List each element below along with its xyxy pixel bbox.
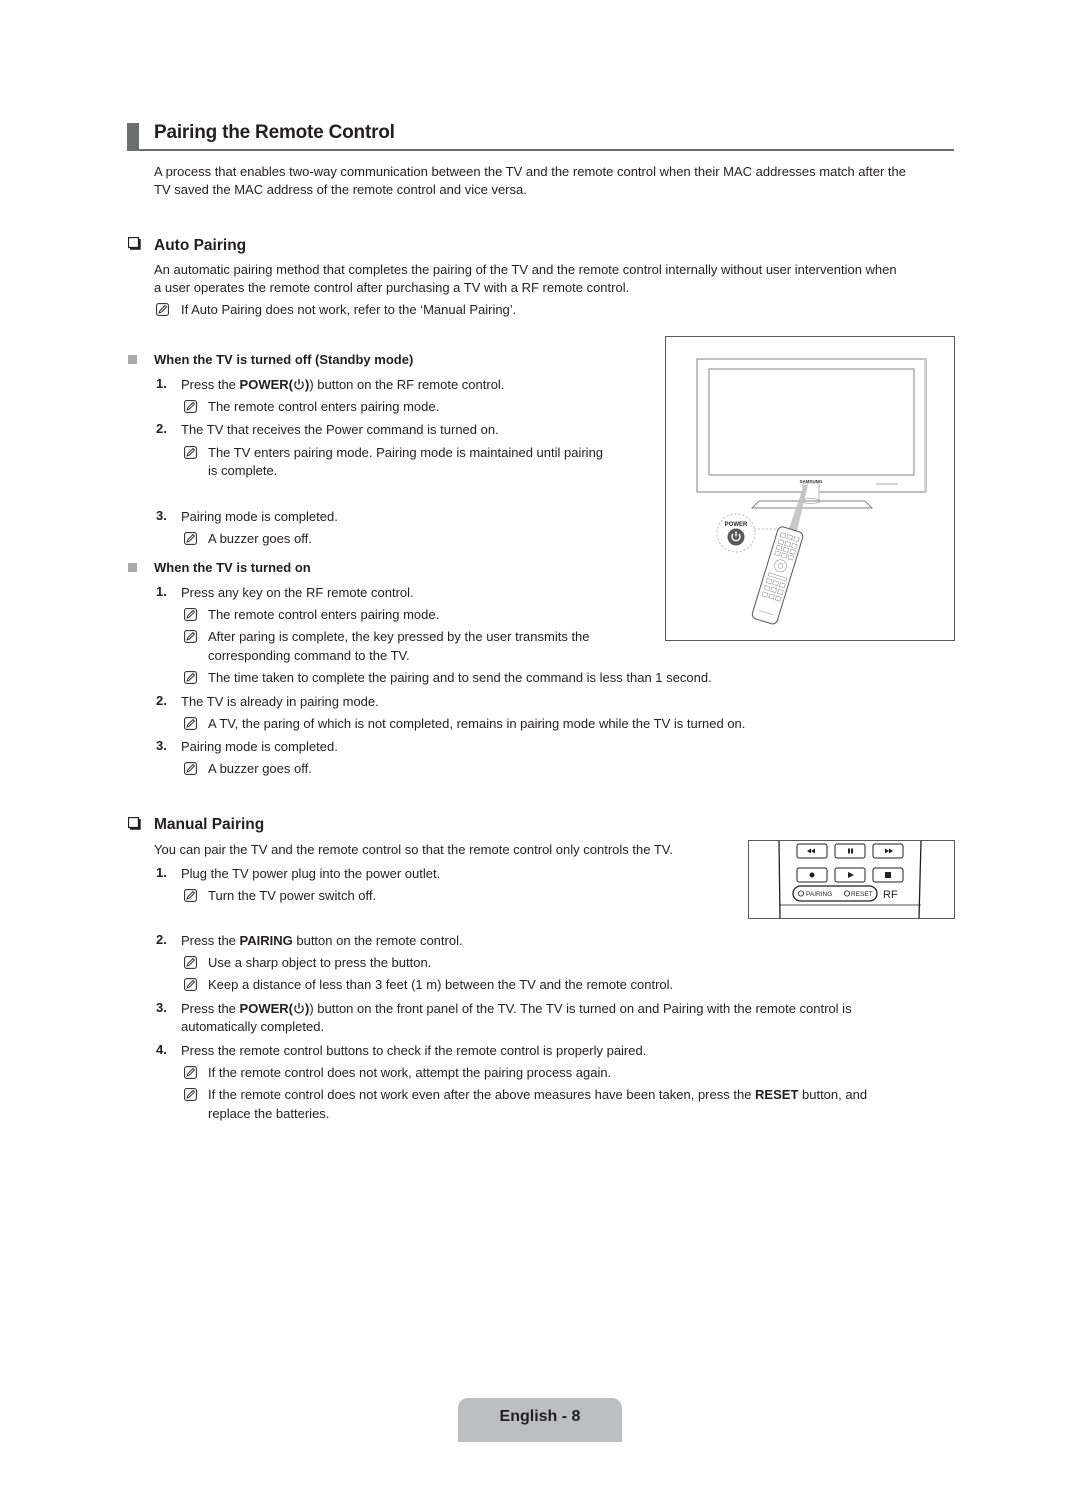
- step-text-end: button on the remote control.: [292, 933, 463, 948]
- power-callout-label: POWER: [725, 522, 748, 528]
- remote-closeup-illustration: PAIRING RESET RF: [778, 840, 952, 919]
- record-icon: [809, 872, 815, 878]
- title-rule: [127, 149, 954, 151]
- note-pencil-icon: [184, 400, 197, 413]
- turned-on-step-1: Press any key on the RF remote control.: [181, 585, 414, 600]
- turned-on-note-1a: The remote control enters pairing mode.: [208, 607, 440, 622]
- reset-label: RESET: [755, 1087, 799, 1102]
- note-text-end: button, and: [798, 1087, 868, 1102]
- manual-step-1: Plug the TV power plug into the power ou…: [181, 866, 441, 881]
- power-icon: [293, 378, 305, 396]
- stop-icon: [885, 872, 891, 878]
- standby-step-3: Pairing mode is completed.: [181, 509, 338, 524]
- auto-pairing-desc-2: a user operates the remote control after…: [154, 280, 630, 295]
- note-pencil-icon: [184, 1088, 197, 1101]
- auto-pairing-heading: Auto Pairing: [154, 237, 247, 254]
- manual-note-4a: If the remote control does not work, att…: [208, 1065, 612, 1080]
- turned-on-note-3: A buzzer goes off.: [208, 761, 312, 776]
- auto-pairing-desc-1: An automatic pairing method that complet…: [154, 262, 897, 277]
- step-number: 1.: [156, 865, 167, 880]
- step-number: 3.: [156, 738, 167, 753]
- standby-heading: When the TV is turned off (Standby mode): [154, 352, 414, 367]
- standby-step-1: Press the POWER()) button on the RF remo…: [181, 376, 504, 396]
- intro-line-2: TV saved the MAC address of the remote c…: [154, 182, 527, 197]
- turned-on-note-1c: The time taken to complete the pairing a…: [208, 670, 712, 685]
- auto-pairing-note: If Auto Pairing does not work, refer to …: [181, 302, 517, 317]
- tv-remote-figure: SAMSUNG POWER: [665, 336, 955, 641]
- manual-pairing-heading: Manual Pairing: [154, 816, 265, 833]
- standby-step-2: The TV that receives the Power command i…: [181, 422, 499, 437]
- turned-on-heading: When the TV is turned on: [154, 560, 311, 575]
- note-pencil-icon: [184, 671, 197, 684]
- turned-on-note-2: A TV, the paring of which is not complet…: [208, 716, 746, 731]
- step-text: Press the: [181, 377, 240, 392]
- manual-note-4b-cont: replace the batteries.: [208, 1106, 330, 1121]
- reset-button-label: RESET: [851, 891, 873, 898]
- manual-pairing-desc: You can pair the TV and the remote contr…: [154, 842, 673, 857]
- intro-line-1: A process that enables two-way communica…: [154, 164, 906, 179]
- step-number: 1.: [156, 584, 167, 599]
- note-pencil-icon: [184, 1066, 197, 1079]
- step-number: 2.: [156, 693, 167, 708]
- note-pencil-icon: [184, 762, 197, 775]
- subsection-bullet-icon: [128, 563, 137, 572]
- step-text: Press the: [181, 933, 240, 948]
- note-pencil-icon: [184, 956, 197, 969]
- remote-buttons-figure: PAIRING RESET RF: [748, 840, 955, 919]
- pairing-label: PAIRING: [239, 933, 293, 948]
- turned-on-step-2: The TV is already in pairing mode.: [181, 694, 379, 709]
- step-number: 3.: [156, 1000, 167, 1015]
- step-text-end: ) button on the front panel of the TV. T…: [309, 1001, 852, 1016]
- tv-illustration: SAMSUNG POWER: [696, 358, 927, 625]
- manual-note-2a: Use a sharp object to press the button.: [208, 955, 432, 970]
- note-pencil-icon: [184, 532, 197, 545]
- step-number: 2.: [156, 932, 167, 947]
- turned-on-step-3: Pairing mode is completed.: [181, 739, 338, 754]
- manual-note-2b: Keep a distance of less than 3 feet (1 m…: [208, 977, 674, 992]
- note-text: If the remote control does not work even…: [208, 1087, 756, 1102]
- title-bar-accent: [127, 123, 139, 150]
- manual-note-1: Turn the TV power switch off.: [208, 888, 377, 903]
- step-number: 1.: [156, 376, 167, 391]
- manual-step-3: Press the POWER()) button on the front p…: [181, 1000, 852, 1020]
- step-number: 2.: [156, 421, 167, 436]
- manual-step-4: Press the remote control buttons to chec…: [181, 1043, 647, 1058]
- power-label: POWER(: [239, 377, 293, 392]
- standby-note-3: A buzzer goes off.: [208, 531, 312, 546]
- turned-on-note-1b-cont: corresponding command to the TV.: [208, 648, 410, 663]
- standby-note-2b: is complete.: [208, 463, 278, 478]
- note-pencil-icon: [184, 978, 197, 991]
- note-pencil-icon: [184, 889, 197, 902]
- rf-label: RF: [883, 889, 898, 901]
- manual-step-3-cont: automatically completed.: [181, 1019, 325, 1034]
- manual-step-2: Press the PAIRING button on the remote c…: [181, 932, 463, 950]
- step-text: Press the: [181, 1001, 240, 1016]
- turned-on-note-1b: After paring is complete, the key presse…: [208, 629, 590, 644]
- note-pencil-icon: [156, 303, 169, 316]
- page-number-tab: English - 8: [458, 1398, 622, 1442]
- note-pencil-icon: [184, 717, 197, 730]
- step-number: 3.: [156, 508, 167, 523]
- step-text-end: ) button on the RF remote control.: [309, 377, 505, 392]
- checkbox-icon: [127, 816, 142, 834]
- note-pencil-icon: [184, 630, 197, 643]
- standby-note-1: The remote control enters pairing mode.: [208, 399, 440, 414]
- pairing-button-label: PAIRING: [806, 891, 832, 898]
- power-label: POWER(: [239, 1001, 293, 1016]
- note-pencil-icon: [184, 608, 197, 621]
- pause-icon: [848, 848, 850, 854]
- manual-note-4b: If the remote control does not work even…: [208, 1086, 867, 1104]
- step-number: 4.: [156, 1042, 167, 1057]
- page-title: Pairing the Remote Control: [154, 122, 395, 143]
- standby-note-2a: The TV enters pairing mode. Pairing mode…: [208, 445, 604, 460]
- note-pencil-icon: [184, 446, 197, 459]
- remote-control-illustration: [751, 526, 804, 625]
- checkbox-icon: [127, 236, 142, 254]
- subsection-bullet-icon: [128, 355, 137, 364]
